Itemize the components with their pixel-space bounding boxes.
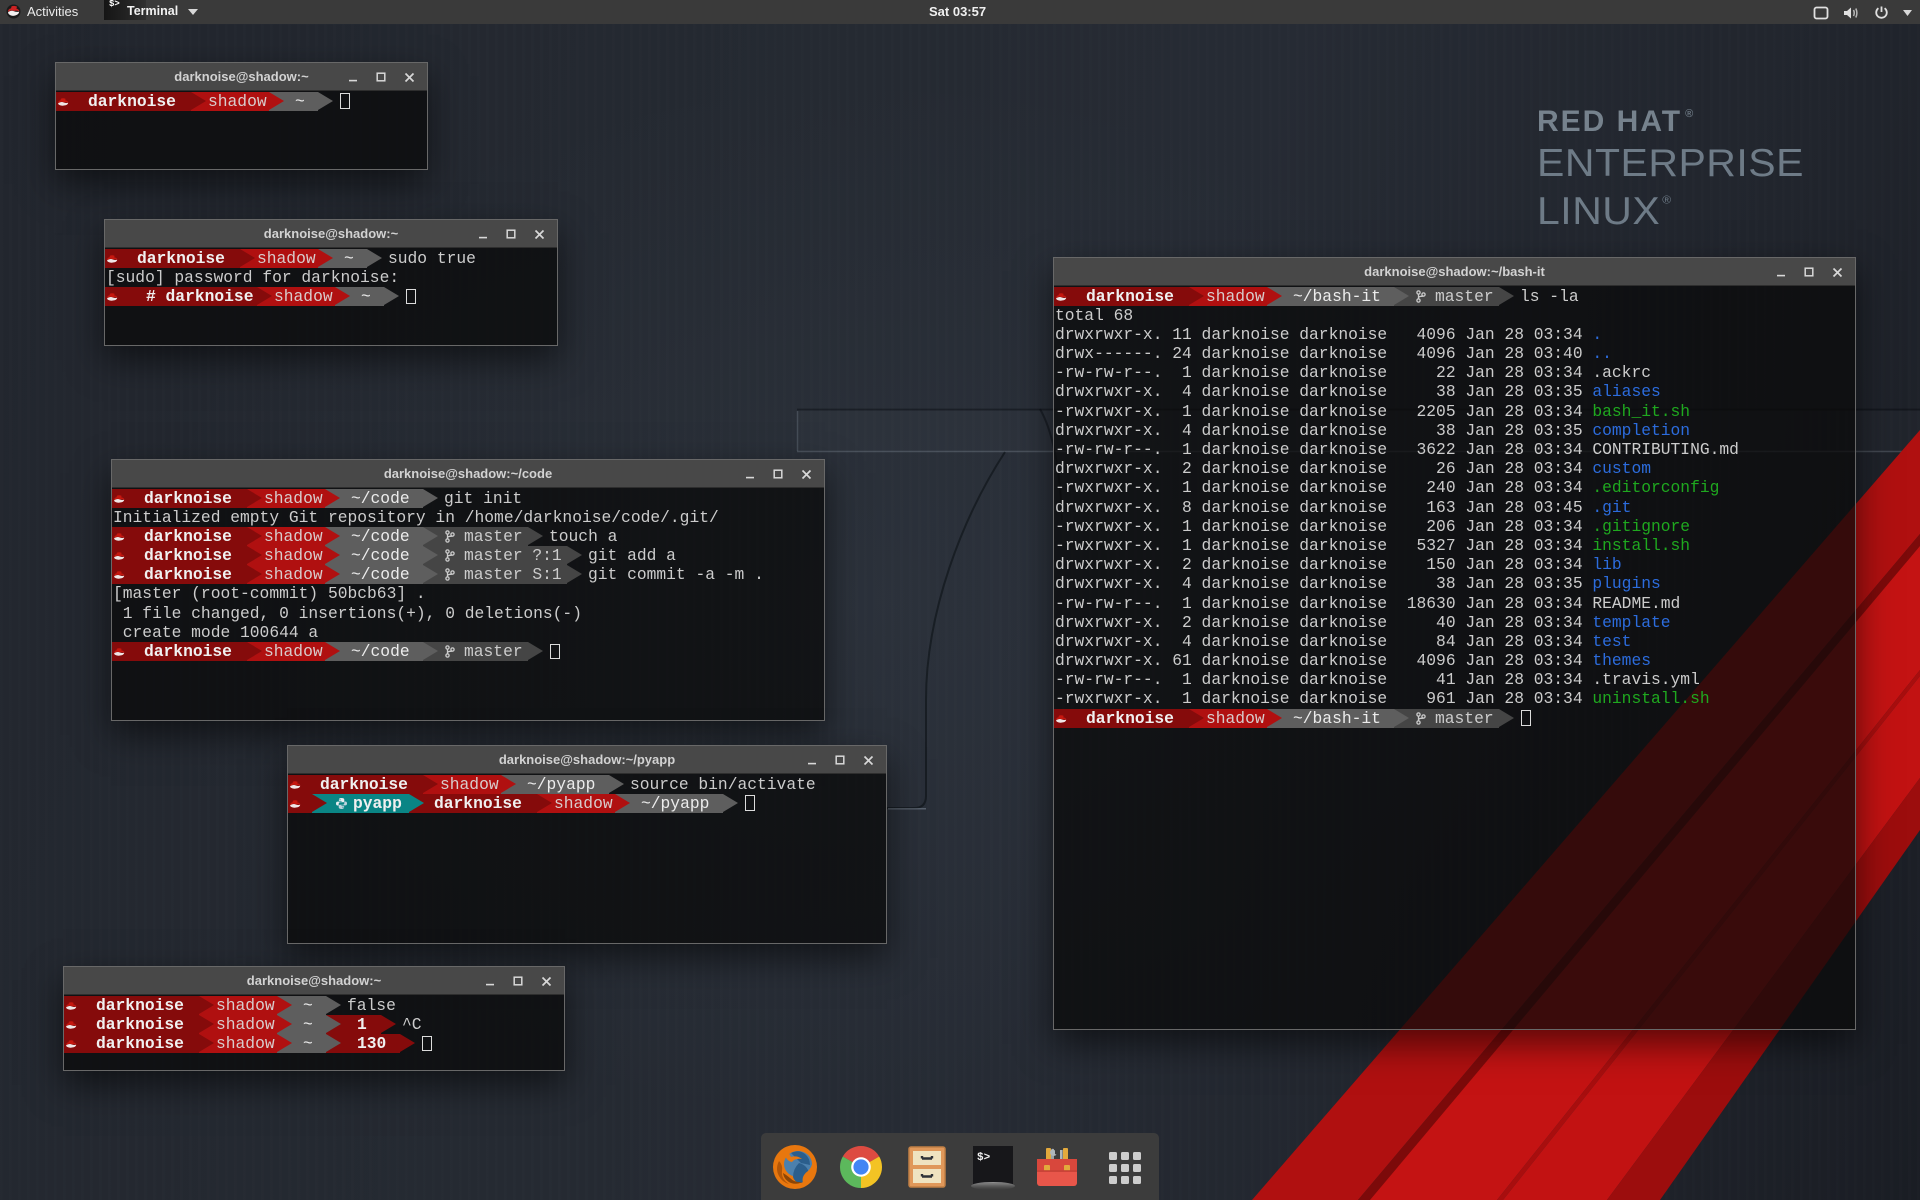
svg-text:$>: $> <box>977 1152 991 1164</box>
